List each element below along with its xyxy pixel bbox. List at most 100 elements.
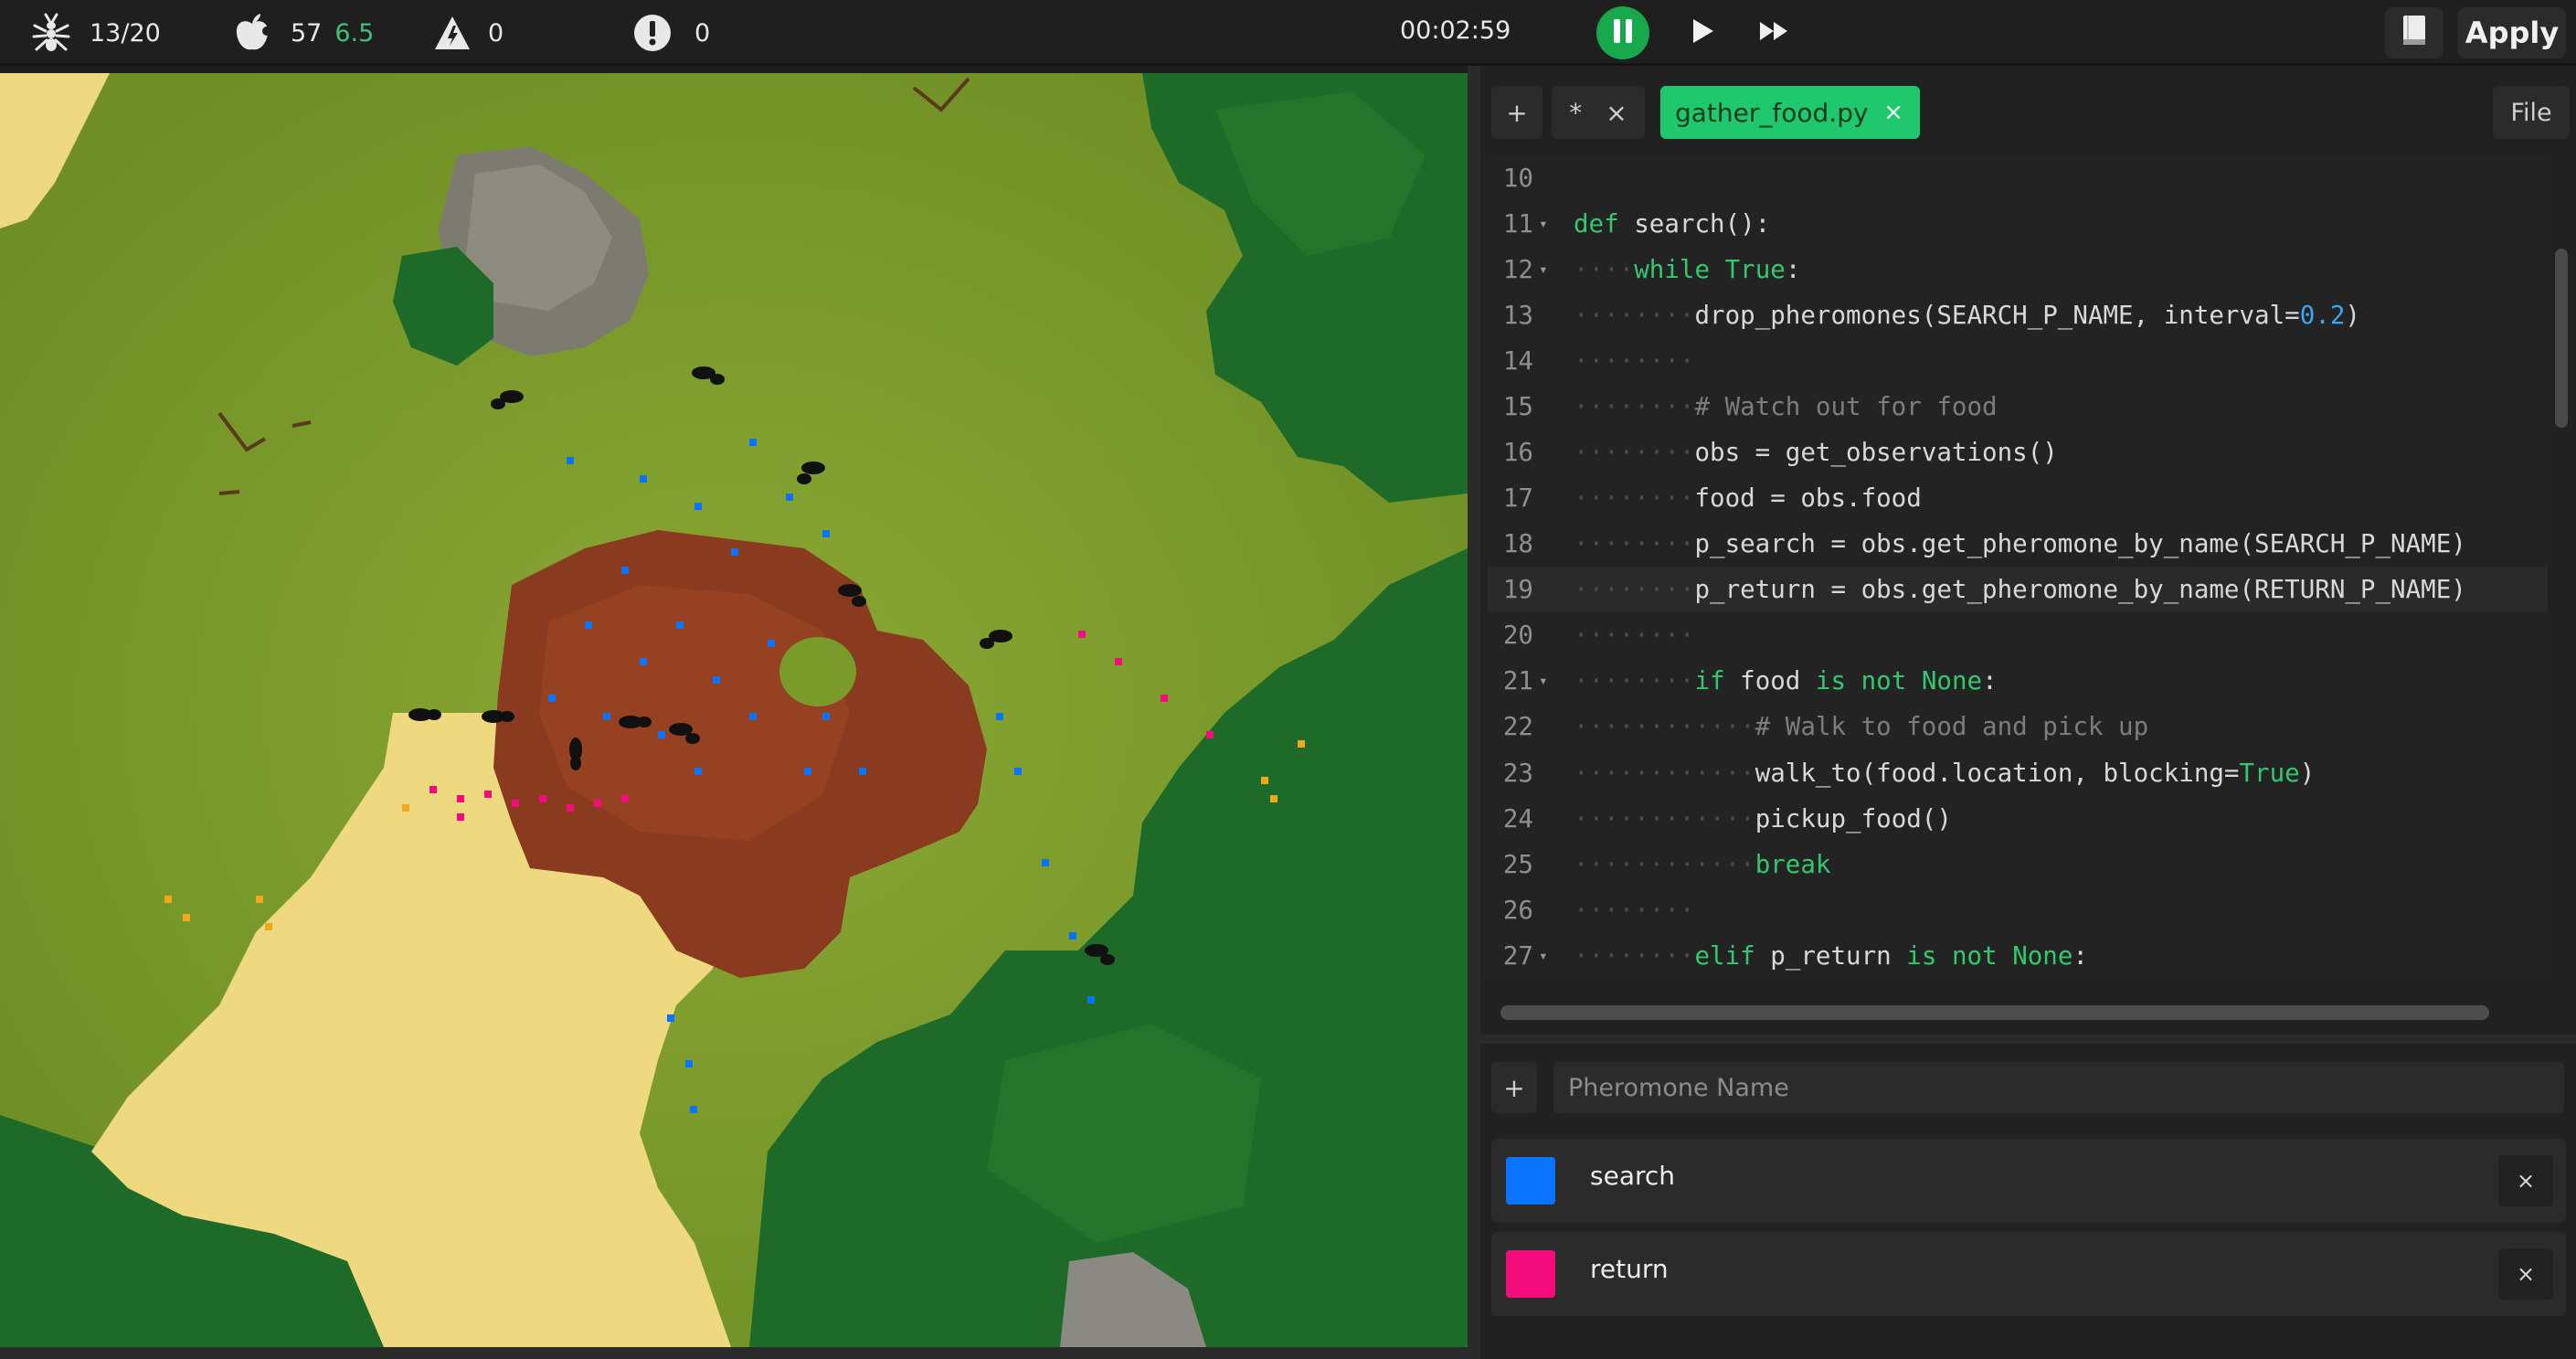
line-number: 13: [1502, 301, 1533, 331]
close-icon[interactable]: ×: [1606, 98, 1627, 128]
warning-icon: [433, 15, 472, 51]
code-text: ········elif p_return is not None:: [1574, 940, 2088, 971]
code-text: ········: [1574, 346, 1695, 377]
line-number: 18: [1502, 529, 1533, 559]
food-stat: 57 6.5: [234, 0, 374, 66]
vertical-scrollbar[interactable]: [2555, 249, 2568, 428]
line-number: 10: [1502, 164, 1533, 193]
fold-arrow-icon[interactable]: ▾: [1539, 933, 1548, 979]
line-number: 22: [1502, 712, 1533, 742]
fast-forward-button[interactable]: [1747, 6, 1800, 59]
bottom-border: [0, 1347, 1468, 1359]
fold-arrow-icon[interactable]: ▾: [1539, 979, 1548, 980]
panel-divider[interactable]: [1468, 66, 1480, 1359]
ant-count: 13/20: [90, 18, 161, 48]
fold-arrow-icon[interactable]: ▾: [1539, 247, 1548, 292]
code-line[interactable]: 26 ········: [1488, 887, 2548, 933]
code-text: ········if food is not None:: [1574, 666, 1998, 696]
code-text: ········: [1574, 895, 1695, 925]
pheromone-name-input[interactable]: [1553, 1062, 2564, 1113]
ant: [569, 738, 582, 770]
line-number: 14: [1502, 346, 1533, 377]
pheromone-color-swatch[interactable]: [1506, 1250, 1555, 1298]
pause-icon: [1612, 17, 1634, 48]
code-text: ····while True:: [1574, 255, 1801, 285]
code-line[interactable]: 16 ········obs = get_observations(): [1488, 430, 2548, 475]
horizontal-scrollbar[interactable]: [1500, 1005, 2489, 1020]
code-text: ········obs = get_observations(): [1574, 438, 2058, 468]
code-line[interactable]: 17 ········food = obs.food: [1488, 475, 2548, 521]
code-line[interactable]: 23 ············walk_to(food.location, blo…: [1488, 750, 2548, 796]
game-viewport[interactable]: [0, 73, 1468, 1347]
code-line[interactable]: 10: [1488, 157, 2548, 201]
apply-button[interactable]: Apply: [2458, 7, 2566, 58]
game-map[interactable]: [0, 73, 1468, 1347]
apple-icon: [234, 13, 270, 53]
code-line[interactable]: 21 ▾ ········if food is not None:: [1488, 658, 2548, 704]
code-line[interactable]: 11 ▾ def search():: [1488, 201, 2548, 247]
pheromone-item-search: search ×: [1491, 1139, 2566, 1223]
food-count: 57: [291, 18, 323, 48]
code-area[interactable]: 10 11 ▾ def search(): 12 ▾ ····while True: 13 ··…: [1488, 157, 2548, 980]
add-pheromone-button[interactable]: +: [1491, 1062, 1537, 1113]
code-text: ············walk_to(food.location, block…: [1574, 758, 2316, 788]
ant: [619, 716, 652, 728]
unsaved-tab[interactable]: * ×: [1552, 86, 1645, 139]
line-number: 28: [1488, 979, 1533, 980]
code-line[interactable]: 28 ▾ ············if p_search is not None a…: [1488, 979, 2548, 980]
pause-button[interactable]: [1596, 6, 1649, 59]
code-line[interactable]: 12 ▾ ····while True:: [1488, 247, 2548, 292]
tab-gather-food[interactable]: gather_food.py ×: [1660, 86, 1920, 139]
fold-arrow-icon[interactable]: ▾: [1539, 201, 1548, 247]
line-number: 26: [1502, 895, 1533, 925]
unsaved-marker: *: [1569, 97, 1583, 128]
tab-label: gather_food.py: [1675, 97, 1869, 128]
code-text: ········drop_pheromones(SEARCH_P_NAME, i…: [1574, 301, 2360, 331]
code-text: ········# Watch out for food: [1574, 392, 1998, 422]
pheromone-panel: + search × return ×: [1480, 1044, 2576, 1359]
pheromone-item-return: return ×: [1491, 1232, 2566, 1316]
code-line[interactable]: 24 ············pickup_food(): [1488, 796, 2548, 842]
pheromone-color-swatch[interactable]: [1506, 1157, 1555, 1205]
delete-pheromone-button[interactable]: ×: [2498, 1248, 2553, 1300]
code-text: def search():: [1574, 209, 1771, 239]
ant: [482, 710, 514, 723]
line-number: 21: [1502, 666, 1533, 696]
line-number: 12: [1502, 255, 1533, 285]
line-number: 20: [1502, 621, 1533, 651]
line-number: 24: [1502, 803, 1533, 833]
code-line[interactable]: 13 ········drop_pheromones(SEARCH_P_NAME,…: [1488, 292, 2548, 338]
code-line[interactable]: 14 ········: [1488, 338, 2548, 384]
code-text: ········p_search = obs.get_pheromone_by_…: [1574, 529, 2466, 559]
delete-pheromone-button[interactable]: ×: [2498, 1155, 2553, 1206]
line-number: 25: [1502, 849, 1533, 879]
code-text: ············pickup_food(): [1574, 803, 1952, 833]
code-line[interactable]: 22 ············# Walk to food and pick up: [1488, 704, 2548, 749]
code-text: ············# Walk to food and pick up: [1574, 712, 2149, 742]
code-text: ············if p_search is not None and …: [1574, 979, 2194, 980]
ant: [408, 708, 441, 721]
code-text: ············break: [1574, 849, 1831, 879]
code-line[interactable]: 15 ········# Watch out for food: [1488, 384, 2548, 430]
code-line[interactable]: 25 ············break: [1488, 842, 2548, 887]
panel-separator[interactable]: [1480, 1035, 2576, 1044]
game-timer: 00:02:59: [1400, 16, 1511, 45]
warning-count: 0: [488, 18, 504, 48]
code-line[interactable]: 27 ▾ ········elif p_return is not None:: [1488, 933, 2548, 979]
docs-button[interactable]: [2385, 7, 2443, 58]
code-line[interactable]: 20 ········: [1488, 612, 2548, 658]
error-count: 0: [694, 18, 711, 48]
fold-arrow-icon[interactable]: ▾: [1539, 658, 1548, 704]
warnings-stat: 0: [433, 0, 504, 66]
line-number: 17: [1502, 483, 1533, 514]
code-editor-panel: + * × gather_food.py × File 10 11 ▾ def sea…: [1480, 66, 2576, 1035]
code-line[interactable]: 19 ········p_return = obs.get_pheromone_b…: [1488, 567, 2548, 613]
error-icon: [632, 13, 673, 53]
line-number: 27: [1502, 940, 1533, 971]
code-line[interactable]: 18 ········p_search = obs.get_pheromone_b…: [1488, 521, 2548, 567]
new-tab-button[interactable]: +: [1491, 86, 1542, 139]
fast-forward-icon: [1758, 20, 1789, 46]
close-icon[interactable]: ×: [1883, 99, 1903, 126]
file-menu-button[interactable]: File: [2493, 86, 2570, 139]
play-button[interactable]: [1676, 6, 1729, 59]
